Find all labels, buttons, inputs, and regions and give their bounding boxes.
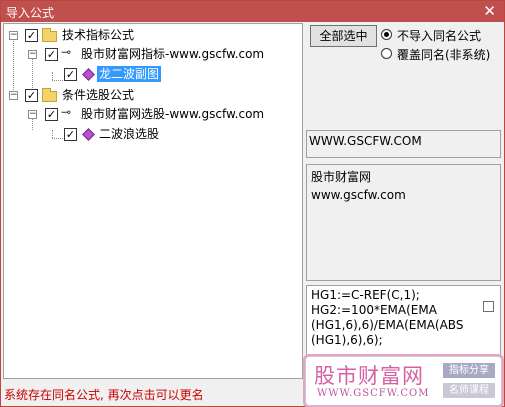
- select-all-button[interactable]: 全部选中: [310, 25, 377, 47]
- formula-description: 股市财富网 www.gscfw.com: [306, 164, 501, 281]
- tree-label: 股市财富网选股-www.gscfw.com: [81, 107, 265, 121]
- checkbox-stock-selection[interactable]: ✓: [25, 89, 38, 102]
- tree-item-second-wave-pick[interactable]: ✓ 二波浪选股: [4, 125, 294, 143]
- formula-gem-icon: [82, 68, 95, 81]
- dialog-title: 导入公式: [6, 6, 55, 20]
- code-line: (HG1),6),6);: [311, 333, 383, 347]
- checkbox-long-erbo-chart[interactable]: ✓: [64, 68, 77, 81]
- radio-button[interactable]: [381, 29, 392, 40]
- folder-icon: [42, 88, 57, 102]
- tree-item-long-erbo-chart[interactable]: ✓ 龙二波副图: [4, 65, 294, 83]
- tree-item-indicator-group[interactable]: − ✓ ⊸ 股市财富网指标-www.gscfw.com: [4, 45, 294, 63]
- checkbox-indicator-group[interactable]: ✓: [45, 48, 58, 61]
- options-panel: 全部选中 不导入同名公式 覆盖同名(非系统) WWW.GSCFW.COM 股市财…: [306, 23, 503, 379]
- collapse-icon[interactable]: −: [28, 50, 37, 59]
- tree-label: 股市财富网指标-www.gscfw.com: [81, 47, 265, 61]
- watermark-tag-share: 指标分享: [443, 363, 495, 378]
- code-checkbox[interactable]: [483, 301, 494, 312]
- collapse-icon[interactable]: −: [9, 91, 18, 100]
- key-icon: ⊸: [61, 45, 72, 59]
- description-line: www.gscfw.com: [311, 188, 406, 202]
- checkbox-second-wave-pick[interactable]: ✓: [64, 128, 77, 141]
- tree-label: 技术指标公式: [62, 28, 135, 42]
- code-line: HG1:=C-REF(C,1);: [311, 288, 420, 302]
- tree-label: 条件选股公式: [62, 88, 135, 102]
- watermark-tag-course: 名师课程: [443, 383, 495, 398]
- code-line: (HG1,6),6)/EMA(EMA(ABS: [311, 318, 464, 332]
- watermark-url: WWW.GSCFW.COM: [317, 388, 430, 399]
- code-line: HG2:=100*EMA(EMA: [311, 303, 437, 317]
- title-bar: 导入公式 ✕: [1, 1, 504, 22]
- description-line: 股市财富网: [311, 170, 372, 184]
- radio-label: 覆盖同名(非系统): [397, 48, 491, 62]
- key-icon: ⊸: [61, 105, 72, 119]
- checkbox-selection-group[interactable]: ✓: [45, 108, 58, 121]
- tree-item-selection-group[interactable]: − ✓ ⊸ 股市财富网选股-www.gscfw.com: [4, 105, 294, 123]
- tree-item-tech-indicators[interactable]: − ✓ 技术指标公式: [4, 26, 294, 44]
- tree-label: 二波浪选股: [99, 127, 160, 141]
- radio-button[interactable]: [381, 48, 392, 59]
- import-formula-dialog: 导入公式 ✕ − ✓ 技术指标公式 − ✓ ⊸ 股市财富网指标-www.gscf…: [0, 0, 505, 407]
- formula-tree[interactable]: − ✓ 技术指标公式 − ✓ ⊸ 股市财富网指标-www.gscfw.com ✓…: [3, 23, 303, 379]
- watermark-logo: 股市财富网 WWW.GSCFW.COM 指标分享 名师课程: [305, 356, 502, 406]
- tree-item-stock-selection[interactable]: − ✓ 条件选股公式: [4, 86, 294, 104]
- formula-gem-icon: [82, 128, 95, 141]
- collapse-icon[interactable]: −: [9, 31, 18, 40]
- site-url: WWW.GSCFW.COM: [306, 130, 501, 158]
- radio-label: 不导入同名公式: [397, 29, 482, 43]
- close-icon[interactable]: ✕: [483, 2, 496, 20]
- status-message: 系统存在同名公式, 再次点击可以更名: [4, 388, 204, 402]
- tree-label-selected: 龙二波副图: [97, 66, 162, 82]
- watermark-title: 股市财富网: [314, 364, 424, 388]
- folder-icon: [42, 28, 57, 42]
- checkbox-tech-indicators[interactable]: ✓: [25, 29, 38, 42]
- collapse-icon[interactable]: −: [28, 110, 37, 119]
